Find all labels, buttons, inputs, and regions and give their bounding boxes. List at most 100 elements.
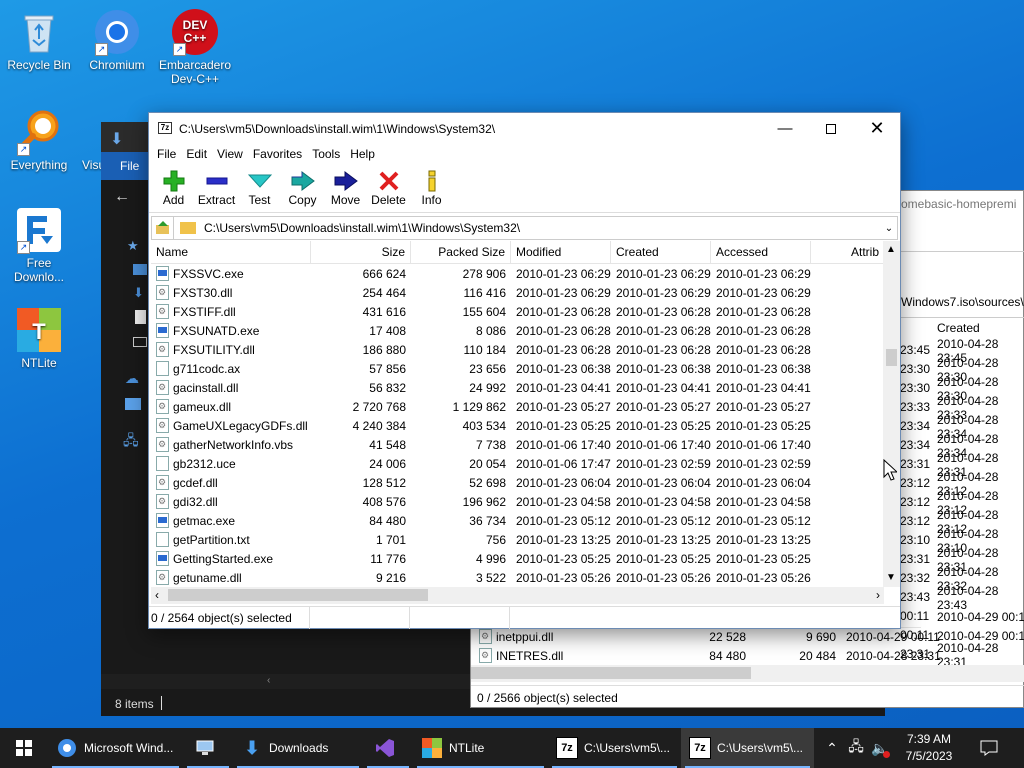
column-modified[interactable]: Modified — [511, 241, 611, 263]
table-row[interactable]: INETRES.dll 84 480 20 484 2010-04-28 23:… — [471, 646, 1024, 665]
win2-hscroll[interactable] — [471, 665, 1024, 682]
close-button[interactable]: ✕ — [854, 113, 900, 144]
test-button[interactable]: Test — [238, 164, 281, 207]
win2-address-fragment[interactable]: Windows7.iso\sources\i — [901, 295, 1024, 309]
desktop-folder-icon[interactable] — [133, 264, 147, 275]
taskbar-item-downloads[interactable]: ⬇ Downloads — [233, 728, 363, 768]
shortcut-arrow-icon: ↗ — [95, 43, 108, 56]
menu-edit[interactable]: Edit — [181, 147, 212, 161]
file-size: 4 240 384 — [352, 418, 406, 433]
column-packed-size[interactable]: Packed Size — [411, 241, 511, 263]
table-row[interactable]: getmac.exe 84 480 36 734 2010-01-23 05:12 20… — [151, 511, 884, 530]
table-row[interactable]: FXSTIFF.dll 431 616 155 604 2010-01-23 06:2… — [151, 302, 884, 321]
up-folder-button[interactable] — [152, 217, 174, 239]
table-row[interactable]: GameUXLegacyGDFs.dll 4 240 384 403 534 2010… — [151, 416, 884, 435]
column-attrib[interactable]: Attrib — [811, 241, 884, 263]
clock[interactable]: 7:39 AM 7/5/2023 — [892, 728, 966, 768]
menu-file[interactable]: File — [152, 147, 181, 161]
table-row[interactable]: GettingStarted.exe 11 776 4 996 2010-01-23 … — [151, 549, 884, 568]
explorer-file-tab[interactable]: File — [101, 152, 148, 180]
table-row[interactable]: gacinstall.dll 56 832 24 992 2010-01-23 04:… — [151, 378, 884, 397]
taskbar-item-visual-studio[interactable] — [363, 728, 413, 768]
network-nav-icon[interactable]: 🖧 — [123, 430, 139, 454]
scroll-down-arrow-icon[interactable]: ▼ — [886, 572, 896, 583]
menu-help[interactable]: Help — [345, 147, 380, 161]
downloads-nav-icon[interactable]: ⬇ — [133, 285, 144, 301]
table-row[interactable]: gameux.dll 2 720 768 1 129 862 2010-01-23 0… — [151, 397, 884, 416]
vertical-scrollbar[interactable]: ▲ ▼ — [883, 241, 900, 587]
minimize-button[interactable]: — — [762, 113, 808, 144]
desktop-icon-chromium[interactable]: ↗ Chromium — [77, 8, 157, 72]
taskbar-item-7zip-1[interactable]: 7z C:\Users\vm5\... — [548, 728, 681, 768]
scroll-left-arrow-icon[interactable]: ‹ — [267, 675, 270, 686]
table-row[interactable]: FXSUNATD.exe 17 408 8 086 2010-01-23 06:28 2… — [151, 321, 884, 340]
maximize-button[interactable] — [808, 113, 854, 144]
desktop-icon-recycle-bin[interactable]: Recycle Bin — [0, 8, 79, 72]
chevron-down-icon[interactable]: ⌄ — [881, 223, 897, 234]
table-row[interactable]: getPartition.txt 1 701 756 2010-01-23 13:25… — [151, 530, 884, 549]
7zip-window-main[interactable]: 7z C:\Users\vm5\Downloads\install.wim\1\… — [148, 112, 901, 629]
volume-tray-button[interactable]: 🔈 — [868, 728, 892, 768]
scroll-left-arrow-icon[interactable]: ‹ — [155, 588, 159, 602]
start-button[interactable] — [0, 728, 48, 768]
show-hidden-icons-button[interactable]: ⌃ — [820, 728, 844, 768]
table-row[interactable]: FXST30.dll 254 464 116 416 2010-01-23 06:29… — [151, 283, 884, 302]
table-row[interactable]: inetppui.dll 22 528 9 690 2010-04-29 00:… — [471, 627, 1024, 646]
table-row[interactable]: FXSSVC.exe 666 624 278 906 2010-01-23 06:29… — [151, 264, 884, 283]
menu-bar: File Edit View Favorites Tools Help — [149, 144, 900, 164]
horizontal-scroll-thumb[interactable] — [168, 589, 428, 601]
address-bar[interactable]: C:\Users\vm5\Downloads\install.wim\1\Win… — [151, 216, 898, 240]
column-accessed[interactable]: Accessed — [711, 241, 811, 263]
extract-button[interactable]: Extract — [195, 164, 238, 207]
taskbar-item-7zip-2[interactable]: 7z C:\Users\vm5\... — [681, 728, 814, 768]
address-path[interactable]: C:\Users\vm5\Downloads\install.wim\1\Win… — [204, 221, 881, 235]
table-row[interactable]: gcdef.dll 128 512 52 698 2010-01-23 06:04 20… — [151, 473, 884, 492]
file-packed-size: 8 086 — [475, 323, 506, 338]
menu-favorites[interactable]: Favorites — [248, 147, 307, 161]
file-accessed: 2010-01-23 05:25 — [716, 551, 811, 566]
desktop-icon-ntlite[interactable]: T NTLite — [0, 306, 79, 370]
table-row[interactable]: getuname.dll 9 216 3 522 2010-01-23 05:26 20… — [151, 568, 884, 587]
table-row[interactable]: gb2312.uce 24 006 20 054 2010-01-06 17:47 20… — [151, 454, 884, 473]
onedrive-cloud-icon[interactable]: ☁ — [125, 370, 139, 387]
minus-icon — [195, 169, 238, 193]
file-packed-size: 196 962 — [462, 494, 506, 509]
explorer-hscroll[interactable]: ‹ — [101, 674, 471, 689]
column-size[interactable]: Size — [311, 241, 411, 263]
scroll-up-arrow-icon[interactable]: ▲ — [886, 244, 896, 255]
scroll-right-arrow-icon[interactable]: › — [876, 588, 880, 602]
taskbar-item-ntlite[interactable]: NTLite — [413, 728, 548, 768]
horizontal-scrollbar[interactable]: ‹ › — [151, 587, 884, 604]
table-row[interactable]: FXSUTILITY.dll 186 880 110 184 2010-01-23 0… — [151, 340, 884, 359]
desktop-icon-free-download-manager[interactable]: ↗ Free Downlo... — [0, 206, 79, 284]
desktop-icon-devcpp[interactable]: DEV C++ ↗ Embarcadero Dev-C++ — [155, 8, 235, 86]
add-button[interactable]: Add — [152, 164, 195, 207]
menu-view[interactable]: View — [212, 147, 248, 161]
column-created[interactable]: Created — [611, 241, 711, 263]
quick-access-star-icon[interactable]: ★ — [127, 238, 139, 254]
delete-button[interactable]: Delete — [367, 164, 410, 207]
taskbar-item-chromium[interactable]: Microsoft Wind... — [48, 728, 183, 768]
back-arrow-icon[interactable]: ← — [114, 188, 130, 206]
desktop-icon-everything[interactable]: ↗ Everything — [0, 108, 79, 172]
move-button[interactable]: Move — [324, 164, 367, 207]
network-tray-button[interactable]: 🖧 — [844, 728, 868, 768]
column-name[interactable]: Name — [151, 241, 311, 263]
info-button[interactable]: Info — [410, 164, 453, 207]
table-row[interactable]: gatherNetworkInfo.vbs 41 548 7 738 2010-01-… — [151, 435, 884, 454]
documents-nav-icon[interactable] — [135, 310, 146, 324]
table-row[interactable]: g711codc.ax 57 856 23 656 2010-01-23 06:38 2… — [151, 359, 884, 378]
up-folder-icon — [155, 221, 169, 234]
file-name: INETRES.dll — [496, 648, 564, 663]
notification-center-button[interactable] — [966, 728, 1012, 768]
title-bar[interactable]: 7z C:\Users\vm5\Downloads\install.wim\1\… — [149, 113, 900, 144]
taskbar-item-network[interactable] — [183, 728, 233, 768]
menu-tools[interactable]: Tools — [307, 147, 345, 161]
copy-button[interactable]: Copy — [281, 164, 324, 207]
table-row[interactable]: gdi32.dll 408 576 196 962 2010-01-23 04:58 2… — [151, 492, 884, 511]
win2-column-created[interactable]: Created — [937, 321, 980, 335]
vertical-scroll-thumb[interactable] — [886, 349, 897, 366]
pictures-nav-icon[interactable] — [133, 337, 147, 347]
win2-hscroll-thumb[interactable] — [471, 667, 751, 679]
this-pc-icon[interactable] — [125, 398, 141, 410]
